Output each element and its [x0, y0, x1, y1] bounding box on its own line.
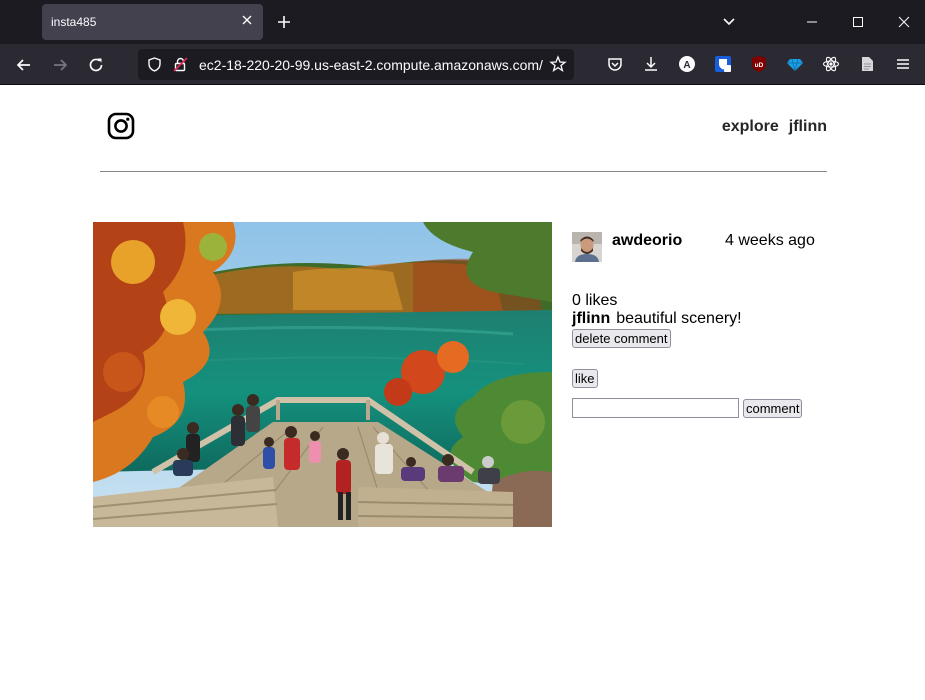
gem-extension-icon[interactable] [786, 55, 804, 73]
download-icon[interactable] [642, 55, 660, 73]
comment-input[interactable] [572, 398, 739, 418]
bookmark-star-icon[interactable] [549, 55, 567, 73]
post-image[interactable] [93, 222, 552, 527]
comment-text: beautiful scenery! [616, 310, 742, 327]
reload-icon[interactable] [87, 56, 105, 74]
window-close-icon[interactable] [896, 14, 912, 30]
comment-item: jflinn beautiful scenery! [572, 310, 742, 328]
comment-owner-link[interactable]: jflinn [572, 310, 610, 327]
insecure-lock-icon[interactable] [172, 56, 189, 73]
minimize-icon[interactable] [804, 14, 820, 30]
comment-submit-button[interactable]: comment [743, 399, 803, 418]
maximize-icon[interactable] [850, 14, 866, 30]
tab-title: insta485 [51, 15, 97, 29]
post-owner-link[interactable]: awdeorio [612, 232, 682, 250]
browser-tab[interactable]: insta485 [42, 4, 263, 40]
browser-tab-strip: insta485 [0, 0, 925, 44]
address-bar[interactable]: ec2-18-220-20-99.us-east-2.compute.amazo… [138, 49, 574, 80]
shield-icon[interactable] [146, 56, 163, 73]
header-divider [100, 171, 827, 172]
back-icon[interactable] [15, 56, 33, 74]
svg-text:uD: uD [755, 62, 764, 69]
post-timestamp-link[interactable]: 4 weeks ago [725, 232, 815, 250]
svg-text:A: A [683, 60, 690, 71]
page-icon[interactable] [858, 55, 876, 73]
new-tab-icon[interactable] [276, 14, 292, 30]
menu-icon[interactable] [894, 55, 912, 73]
explore-link[interactable]: explore [722, 118, 779, 135]
likes-count: 0 likes [572, 292, 618, 309]
owner-avatar-photo [572, 232, 602, 262]
close-icon[interactable] [240, 13, 254, 27]
avatar[interactable] [572, 232, 602, 262]
url-text[interactable]: ec2-18-220-20-99.us-east-2.compute.amazo… [199, 57, 543, 73]
bitwarden-icon[interactable] [714, 55, 732, 73]
pocket-icon[interactable] [606, 55, 624, 73]
delete-comment-button[interactable]: delete comment [572, 329, 671, 348]
chevron-down-icon[interactable] [721, 14, 737, 30]
ublock-origin-icon[interactable]: uD [750, 55, 768, 73]
like-button[interactable]: like [572, 369, 598, 388]
browser-toolbar: ec2-18-220-20-99.us-east-2.compute.amazo… [0, 44, 925, 85]
instagram-icon[interactable] [107, 112, 135, 140]
react-devtools-icon[interactable] [822, 55, 840, 73]
user-profile-link[interactable]: jflinn [789, 118, 827, 135]
forward-icon[interactable] [51, 56, 69, 74]
extension-a-icon[interactable]: A [678, 55, 696, 73]
autumn-lake-photo [93, 222, 552, 527]
top-nav: explore jflinn [722, 118, 827, 136]
